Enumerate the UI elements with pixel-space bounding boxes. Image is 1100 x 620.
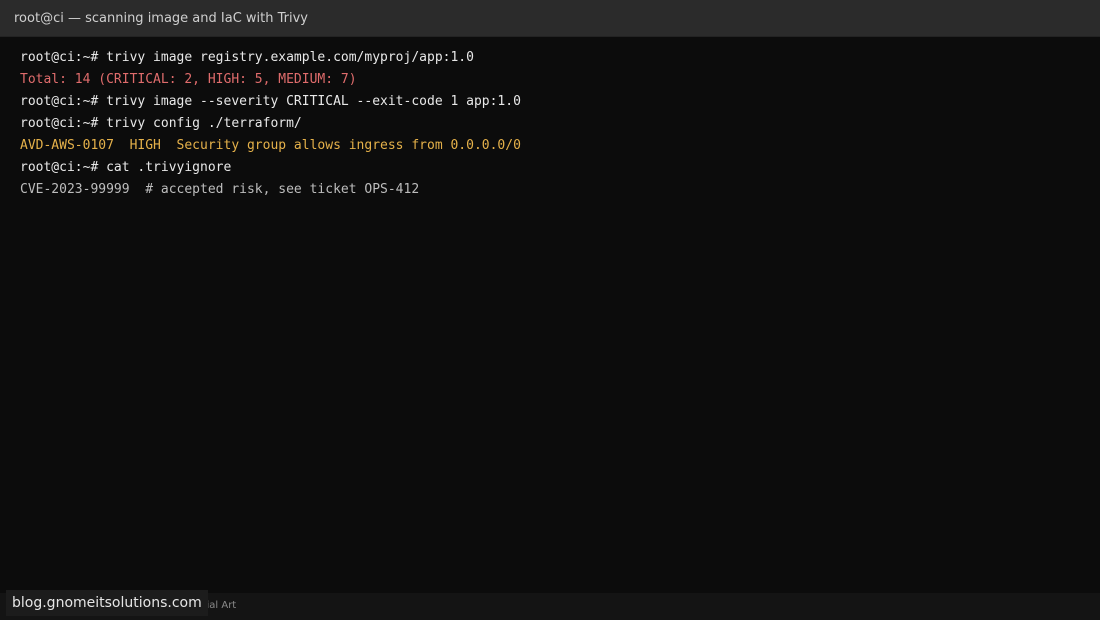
watermark-label: blog.gnomeitsolutions.com: [6, 590, 208, 616]
window-title: root@ci — scanning image and IaC with Tr…: [14, 11, 308, 26]
terminal-window: root@ci — scanning image and IaC with Tr…: [0, 0, 1100, 620]
terminal-line-finding: AVD-AWS-0107 HIGH Security group allows …: [20, 138, 521, 153]
terminal-line-summary: Total: 14 (CRITICAL: 2, HIGH: 5, MEDIUM:…: [20, 72, 357, 87]
terminal-line-command: root@ci:~# cat .trivyignore: [20, 160, 232, 175]
terminal-line-command: root@ci:~# trivy config ./terraform/: [20, 116, 302, 131]
title-bar[interactable]: root@ci — scanning image and IaC with Tr…: [0, 0, 1100, 37]
terminal-line-command: root@ci:~# trivy image registry.example.…: [20, 50, 474, 65]
terminal-output[interactable]: root@ci:~# trivy image registry.example.…: [20, 47, 1080, 201]
terminal-line-output: CVE-2023-99999 # accepted risk, see tick…: [20, 182, 420, 197]
terminal-line-command: root@ci:~# trivy image --severity CRITIC…: [20, 94, 521, 109]
